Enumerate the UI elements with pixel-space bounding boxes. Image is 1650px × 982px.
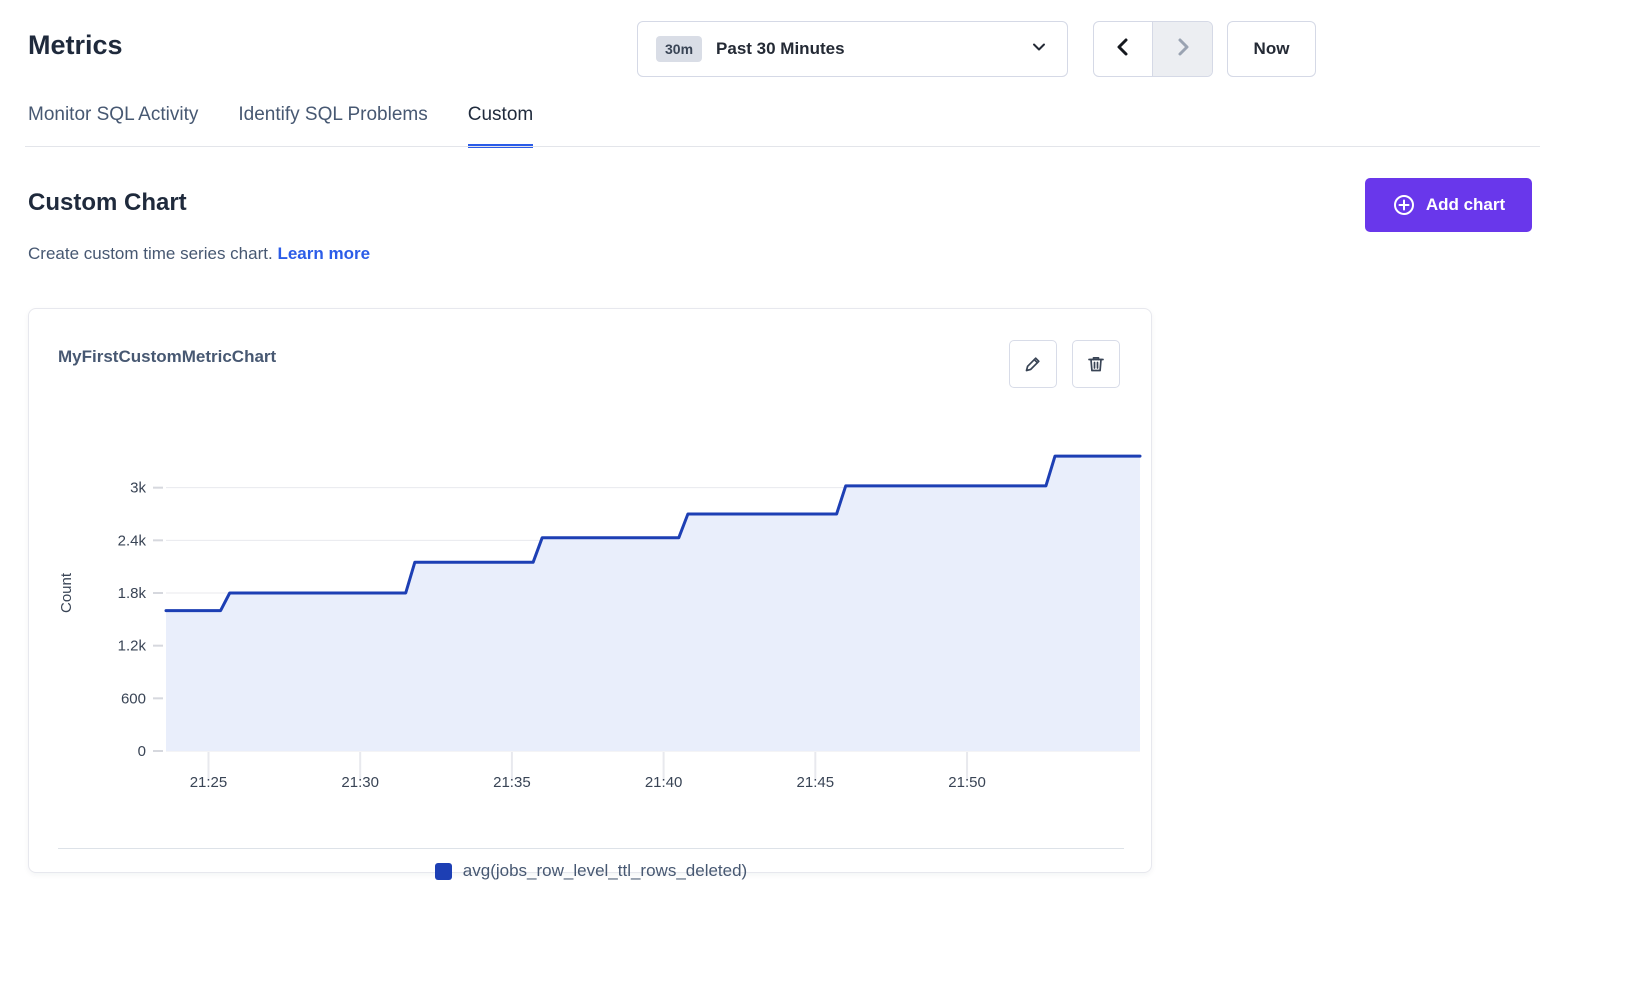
legend-divider xyxy=(58,848,1124,849)
now-button-label: Now xyxy=(1254,39,1290,59)
time-range-dropdown[interactable]: 30m Past 30 Minutes xyxy=(637,21,1068,77)
edit-chart-button[interactable] xyxy=(1009,340,1057,388)
time-range-badge: 30m xyxy=(656,36,702,62)
tab-monitor-sql-activity[interactable]: Monitor SQL Activity xyxy=(28,104,198,148)
tab-custom[interactable]: Custom xyxy=(468,104,533,148)
svg-text:2.4k: 2.4k xyxy=(118,532,147,549)
svg-text:21:40: 21:40 xyxy=(645,774,683,791)
svg-text:21:45: 21:45 xyxy=(797,774,835,791)
svg-text:21:35: 21:35 xyxy=(493,774,531,791)
svg-text:600: 600 xyxy=(121,690,146,707)
svg-text:21:50: 21:50 xyxy=(948,774,986,791)
previous-time-button[interactable] xyxy=(1094,22,1153,76)
custom-chart-svg: 0 600 1.2k 1.8k 2.4k 3k 21:25 21:30 21:35 21:40 21… xyxy=(29,409,1153,801)
tabs-divider xyxy=(25,146,1540,147)
custom-chart-card: MyFirstCustomMetricChart 0 600 1.2k 1.8k xyxy=(28,308,1152,873)
svg-text:1.8k: 1.8k xyxy=(118,585,147,602)
chevron-down-icon xyxy=(1029,37,1049,62)
metrics-page: Metrics 30m Past 30 Minutes Now Monitor … xyxy=(0,0,1650,982)
tab-bar: Monitor SQL Activity Identify SQL Proble… xyxy=(28,104,533,148)
legend-swatch-icon xyxy=(435,863,452,880)
next-time-button[interactable] xyxy=(1153,22,1212,76)
section-subtitle-text: Create custom time series chart. xyxy=(28,244,273,263)
svg-text:1.2k: 1.2k xyxy=(118,638,147,655)
delete-chart-button[interactable] xyxy=(1072,340,1120,388)
svg-text:21:25: 21:25 xyxy=(190,774,228,791)
pencil-icon xyxy=(1022,353,1044,375)
plus-circle-icon xyxy=(1392,193,1416,217)
tab-identify-sql-problems[interactable]: Identify SQL Problems xyxy=(238,104,427,148)
section-subtitle: Create custom time series chart. Learn m… xyxy=(28,244,370,264)
chevron-left-icon xyxy=(1112,36,1134,63)
svg-text:Count: Count xyxy=(58,572,75,613)
chevron-right-icon xyxy=(1172,36,1194,63)
time-series-chart: 0 600 1.2k 1.8k 2.4k 3k 21:25 21:30 21:35 21:40 21… xyxy=(29,409,1153,801)
section-title: Custom Chart xyxy=(28,189,187,217)
time-nav-group xyxy=(1093,21,1213,77)
now-button[interactable]: Now xyxy=(1227,21,1316,77)
add-chart-button[interactable]: Add chart xyxy=(1365,178,1532,232)
learn-more-link[interactable]: Learn more xyxy=(277,244,370,263)
svg-text:3k: 3k xyxy=(130,480,146,497)
chart-legend[interactable]: avg(jobs_row_level_ttl_rows_deleted) xyxy=(29,861,1153,881)
chart-title: MyFirstCustomMetricChart xyxy=(58,347,276,367)
svg-text:21:30: 21:30 xyxy=(341,774,379,791)
svg-text:0: 0 xyxy=(138,743,146,760)
trash-icon xyxy=(1085,353,1107,375)
time-range-label: Past 30 Minutes xyxy=(716,39,1029,59)
legend-label: avg(jobs_row_level_ttl_rows_deleted) xyxy=(463,861,747,881)
add-chart-label: Add chart xyxy=(1426,195,1505,215)
page-title: Metrics xyxy=(28,30,123,61)
